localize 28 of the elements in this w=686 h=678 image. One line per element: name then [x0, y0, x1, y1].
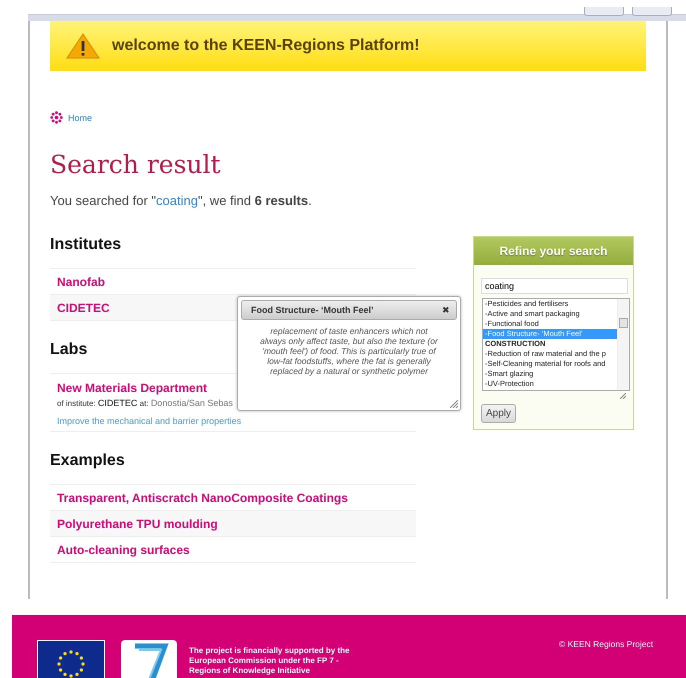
institute-line: of institute: CIDETEC at: Donostia/San Sebas — [57, 398, 234, 408]
dialog-title: Food Structure- ‘Mouth Feel’ — [251, 305, 374, 315]
example-link[interactable]: Polyurethane TPU moulding — [50, 510, 416, 536]
seven-logo — [121, 640, 177, 678]
resize-grip-icon[interactable] — [450, 400, 458, 408]
window-button[interactable] — [632, 7, 672, 16]
home-link[interactable]: Home — [68, 112, 92, 122]
warning-icon — [66, 33, 100, 59]
panel-title: Refine your search — [474, 237, 633, 265]
funding-text: The project is financially supported by the European Commission under the FP 7 - Regions of Knowledge Initiative — [189, 646, 350, 677]
window-button[interactable] — [584, 7, 624, 16]
section-heading: Labs — [50, 341, 88, 359]
section-heading: Examples — [50, 452, 125, 470]
search-summary: You searched for "coating", we find 6 results. — [50, 193, 313, 208]
topic-listbox[interactable] — [482, 298, 630, 391]
flag-drawing — [37, 640, 105, 678]
close-button[interactable]: ✖ — [442, 305, 450, 315]
section-heading: Institutes — [50, 236, 122, 254]
page-title: Search result — [50, 150, 222, 179]
query-link[interactable]: coating — [156, 193, 198, 208]
dialog-text: replacement of taste enhancers which not always only affect taste, but also the texture (or 'mouth feel') of food. This is particularly true of low-fat foodstuffs, where the fat is generally replaced by a natural or synthetic polymer — [259, 326, 439, 376]
apply-button[interactable]: Apply — [481, 404, 516, 423]
flower-icon — [50, 111, 63, 124]
welcome-text: welcome to the KEEN-Regions Platform! — [112, 37, 420, 55]
copyright-text: © KEEN Regions Project — [559, 639, 654, 651]
resize-grip-icon[interactable] — [620, 393, 626, 399]
search-field[interactable]: coating — [481, 278, 628, 294]
scrollbar[interactable] — [617, 299, 629, 390]
